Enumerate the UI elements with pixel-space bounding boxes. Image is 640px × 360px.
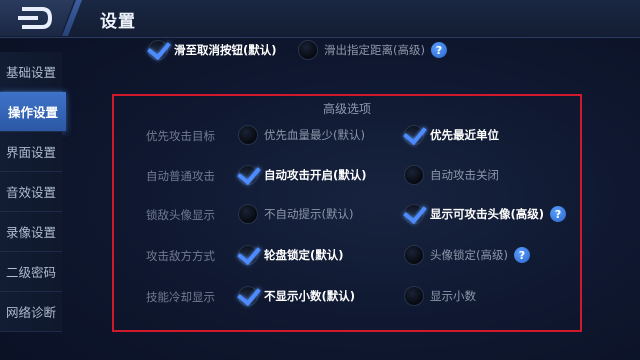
radio-checked[interactable] (148, 40, 168, 60)
radio-checked[interactable] (404, 125, 424, 145)
back-arrow-icon (18, 7, 53, 29)
option-label: 轮盘锁定(默认) (264, 248, 344, 262)
option-lowest-hp[interactable]: 优先血量最少(默认) (238, 124, 365, 146)
sidebar: 基础设置 操作设置 界面设置 音效设置 录像设置 二级密码 网络诊断 (0, 52, 70, 332)
option-label: 优先血量最少(默认) (264, 128, 365, 142)
option-label: 滑出指定距离(高级) (324, 43, 425, 57)
option-show-decimals[interactable]: 显示小数 (404, 285, 476, 307)
option-auto-attack-off[interactable]: 自动攻击关闭 (404, 164, 499, 186)
option-no-auto-hint[interactable]: 不自动提示(默认) (238, 203, 353, 225)
option-label: 头像锁定(高级) (430, 248, 508, 262)
sidebar-item-interface[interactable]: 界面设置 (0, 132, 62, 172)
option-label: 自动攻击关闭 (430, 168, 499, 182)
radio-checked[interactable] (238, 165, 258, 185)
option-show-attackable-avatar[interactable]: 显示可攻击头像(高级) ? (404, 203, 567, 225)
option-auto-attack-on[interactable]: 自动攻击开启(默认) (238, 164, 367, 186)
question-mark-icon[interactable]: ? (513, 247, 530, 263)
page-title: 设置 (100, 12, 136, 32)
option-label: 显示可攻击头像(高级) (430, 207, 545, 221)
question-mark-icon[interactable]: ? (550, 206, 567, 222)
row-label-cooldown-display: 技能冷却显示 (146, 290, 215, 304)
option-label: 不显示小数(默认) (264, 289, 356, 303)
radio-checked[interactable] (404, 204, 424, 224)
row-label-auto-attack: 自动普通攻击 (146, 169, 215, 183)
back-button[interactable] (0, 0, 74, 36)
radio-unchecked[interactable] (238, 125, 258, 145)
option-slide-distance[interactable]: 滑出指定距离(高级) ? (298, 39, 447, 61)
radio-checked[interactable] (238, 245, 258, 265)
sidebar-item-password[interactable]: 二级密码 (0, 252, 62, 292)
sidebar-item-basic[interactable]: 基础设置 (0, 52, 62, 92)
sidebar-item-network[interactable]: 网络诊断 (0, 292, 62, 332)
row-label-target-priority: 优先攻击目标 (146, 129, 215, 143)
option-label: 显示小数 (430, 289, 476, 303)
sidebar-item-replay[interactable]: 录像设置 (0, 212, 62, 252)
radio-checked[interactable] (238, 286, 258, 306)
option-nearest-unit[interactable]: 优先最近单位 (404, 124, 499, 146)
radio-unchecked[interactable] (404, 286, 424, 306)
question-mark-icon[interactable]: ? (430, 42, 447, 58)
option-avatar-lock[interactable]: 头像锁定(高级) ? (404, 244, 530, 266)
top-bar: 设置 (0, 0, 640, 38)
sidebar-item-controls[interactable]: 操作设置 (0, 92, 66, 132)
radio-unchecked[interactable] (238, 204, 258, 224)
option-label: 优先最近单位 (430, 128, 499, 142)
option-slide-cancel[interactable]: 滑至取消按钮(默认) (148, 39, 277, 61)
option-label: 滑至取消按钮(默认) (174, 43, 277, 57)
advanced-title: 高级选项 (322, 102, 371, 116)
row-label-attack-mode: 攻击敌方方式 (146, 249, 215, 263)
option-label: 不自动提示(默认) (264, 207, 354, 221)
radio-unchecked[interactable] (404, 245, 424, 265)
radio-unchecked[interactable] (404, 165, 424, 185)
option-no-decimals[interactable]: 不显示小数(默认) (238, 285, 355, 307)
radio-unchecked[interactable] (298, 40, 318, 60)
sidebar-item-sound[interactable]: 音效设置 (0, 172, 62, 212)
option-wheel-lock[interactable]: 轮盘锁定(默认) (238, 244, 344, 266)
option-label: 自动攻击开启(默认) (264, 168, 367, 182)
row-label-lock-avatar: 锁敌头像显示 (146, 208, 215, 222)
